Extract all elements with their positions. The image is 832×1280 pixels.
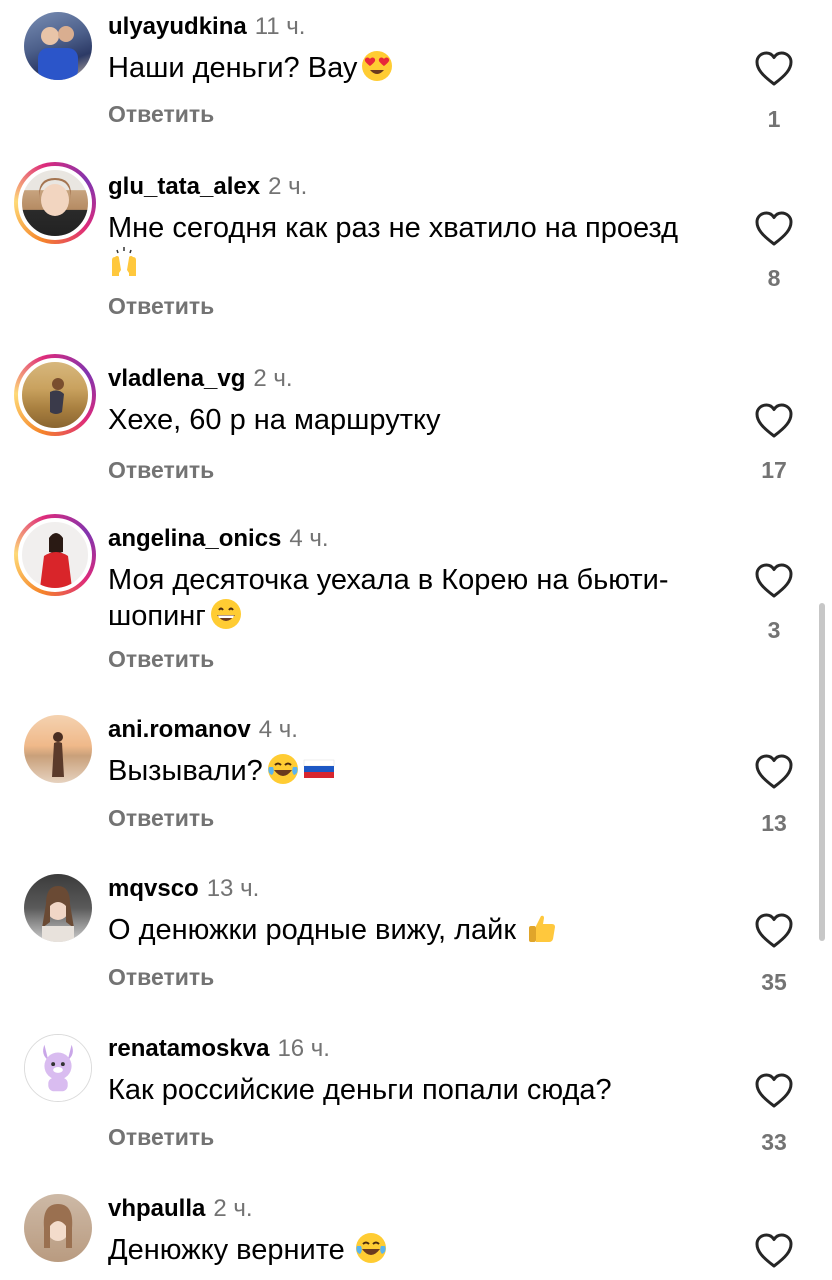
comment-item: renatamoskva 16 ч. Как российские деньги … [0, 1022, 832, 1182]
reply-button[interactable]: Ответить [108, 804, 214, 832]
comment-item: ulyayudkina 11 ч. Наши деньги? Вау Ответи… [0, 0, 832, 160]
heart-icon[interactable] [754, 1072, 794, 1110]
comment-text: Наши деньги? Вау [108, 50, 718, 86]
heart-icon[interactable] [754, 562, 794, 600]
reply-button[interactable]: Ответить [108, 292, 214, 320]
tears-of-joy-emoji [355, 1233, 386, 1263]
comment-time: 4 ч. [289, 525, 329, 552]
avatar-image [24, 1194, 92, 1262]
heart-icon[interactable] [754, 912, 794, 950]
comment-time: 2 ч. [253, 365, 293, 392]
like-count: 3 [767, 617, 781, 643]
avatar[interactable] [24, 715, 92, 783]
avatar [18, 518, 92, 592]
comment-header: vhpaulla 2 ч. [108, 1194, 253, 1224]
avatar[interactable] [24, 1194, 92, 1262]
comment-header: ulyayudkina 11 ч. [108, 12, 305, 42]
comment-time: 13 ч. [206, 875, 260, 902]
like-count: 35 [761, 969, 787, 995]
russia-flag-emoji [303, 759, 335, 778]
heart-icon[interactable] [754, 753, 794, 791]
username[interactable]: renatamoskva [108, 1035, 269, 1062]
comment-text: Моя десяточка уехала в Корею на бьюти-шо… [108, 562, 718, 634]
comment-time: 2 ч. [268, 173, 308, 200]
comment-time: 16 ч. [277, 1035, 330, 1062]
comment-time: 2 ч. [213, 1195, 253, 1222]
heart-eyes-emoji [362, 51, 393, 81]
comment-text-content: Наши деньги? Вау [108, 52, 358, 84]
comment-item: ani.romanov 4 ч. Вызывали? Ответить 13 [0, 703, 832, 863]
raising-hands-emoji [112, 247, 136, 276]
heart-icon[interactable] [754, 210, 794, 248]
avatar[interactable] [24, 874, 92, 942]
like-count: 13 [761, 810, 787, 836]
grinning-face-emoji [210, 599, 241, 629]
comment-text-content: Хехе, 60 р на маршрутку [108, 404, 441, 436]
username[interactable]: glu_tata_alex [108, 173, 260, 200]
comment-text-content: Как российские деньги попали сюда? [108, 1074, 612, 1106]
heart-icon[interactable] [754, 50, 794, 88]
avatar-story-ring[interactable] [14, 162, 96, 244]
reply-button[interactable]: Ответить [108, 1123, 214, 1151]
comment-text: Мне сегодня как раз не хватило на проезд [108, 210, 718, 282]
avatar [18, 358, 92, 432]
comment-header: mqvsco 13 ч. [108, 874, 259, 904]
comment-item: mqvsco 13 ч. О денюжки родные вижу, лайк … [0, 862, 832, 1022]
avatar-image [25, 1035, 91, 1101]
heart-icon[interactable] [754, 402, 794, 440]
username[interactable]: ani.romanov [108, 716, 251, 743]
reply-button[interactable]: Ответить [108, 456, 214, 484]
like-count: 17 [761, 457, 787, 483]
thumbs-up-emoji [529, 915, 556, 942]
avatar-image [24, 12, 92, 80]
comment-header: ani.romanov 4 ч. [108, 715, 298, 745]
like-count: 1 [767, 106, 781, 132]
comment-text-content: Моя десяточка уехала в Корею на бьюти-шо… [108, 564, 669, 632]
reply-button[interactable]: Ответить [108, 645, 214, 673]
avatar [18, 166, 92, 240]
comment-text: Вызывали? [108, 753, 718, 789]
avatar-story-ring[interactable] [14, 514, 96, 596]
comment-time: 4 ч. [258, 716, 298, 743]
reply-button[interactable]: Ответить [108, 963, 214, 991]
username[interactable]: mqvsco [108, 875, 199, 902]
comment-time: 11 ч. [254, 13, 306, 40]
comment-item: angelina_onics 4 ч. Моя десяточка уехала … [0, 512, 832, 702]
username[interactable]: vhpaulla [108, 1195, 205, 1222]
username[interactable]: ulyayudkina [108, 13, 247, 40]
comment-item: vhpaulla 2 ч. Денюжку верните [0, 1182, 832, 1280]
comment-text-content: О денюжки родные вижу, лайк [108, 914, 517, 946]
username[interactable]: angelina_onics [108, 525, 281, 552]
avatar-story-ring[interactable] [14, 354, 96, 436]
comment-text: О денюжки родные вижу, лайк [108, 912, 718, 948]
comment-text: Хехе, 60 р на маршрутку [108, 402, 718, 438]
username[interactable]: vladlena_vg [108, 365, 245, 392]
comment-item: glu_tata_alex 2 ч. Мне сегодня как раз не… [0, 160, 832, 352]
heart-icon[interactable] [754, 1232, 794, 1270]
comment-header: vladlena_vg 2 ч. [108, 364, 293, 394]
comment-header: renatamoskva 16 ч. [108, 1034, 330, 1064]
like-count: 33 [761, 1129, 787, 1155]
comment-text-content: Мне сегодня как раз не хватило на проезд [108, 212, 679, 244]
tears-of-joy-emoji [267, 754, 298, 784]
comment-header: glu_tata_alex 2 ч. [108, 172, 307, 202]
comment-header: angelina_onics 4 ч. [108, 524, 329, 554]
comment-text: Как российские деньги попали сюда? [108, 1072, 718, 1108]
comment-item: vladlena_vg 2 ч. Хехе, 60 р на маршрутку … [0, 352, 832, 512]
like-count: 8 [767, 265, 781, 291]
avatar-image [24, 715, 92, 783]
avatar-image [24, 874, 92, 942]
comment-text-content: Денюжку верните [108, 1234, 345, 1266]
comment-text-content: Вызывали? [108, 755, 263, 787]
comment-text: Денюжку верните [108, 1232, 718, 1268]
avatar[interactable] [24, 12, 92, 80]
avatar[interactable] [24, 1034, 92, 1102]
reply-button[interactable]: Ответить [108, 100, 214, 128]
scrollbar[interactable] [819, 603, 825, 941]
